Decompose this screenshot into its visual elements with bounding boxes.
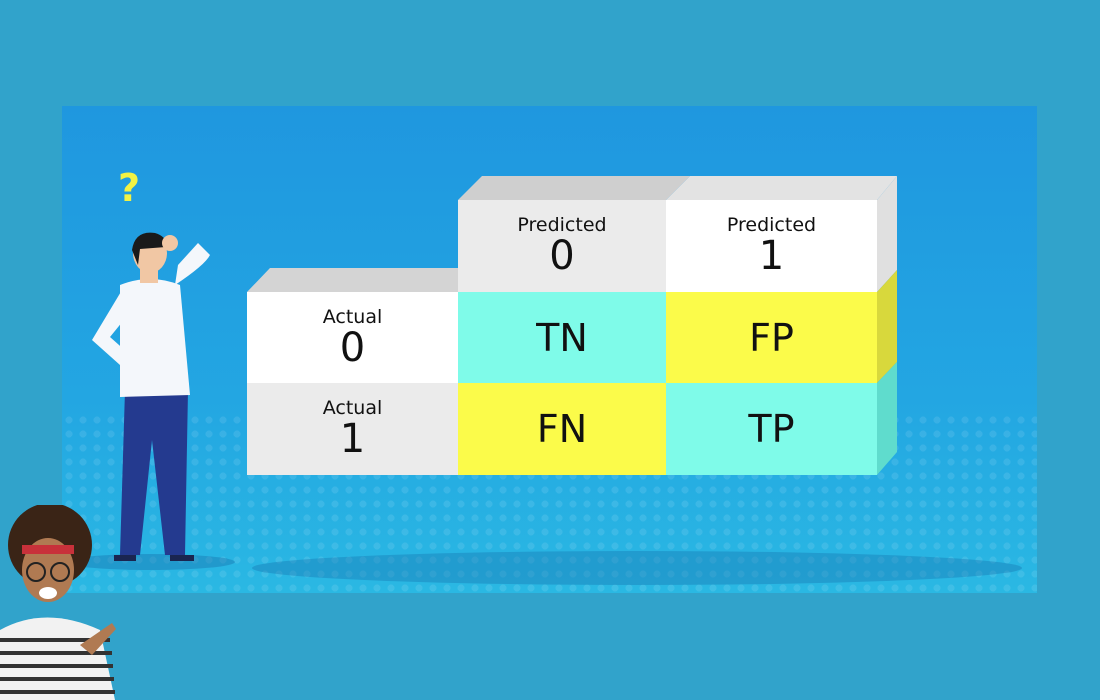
column-header-label: Predicted [517, 214, 607, 236]
row-header-actual-1: Actual 1 [247, 383, 458, 475]
cell-false-negative: FN [458, 383, 666, 475]
column-header-label: Predicted [726, 214, 817, 236]
column-header-value: 1 [758, 233, 785, 279]
cell-true-negative: TN [458, 292, 666, 383]
row-header-value: 0 [339, 324, 366, 371]
question-mark: ? [118, 166, 141, 210]
row-header-label: Actual [322, 305, 383, 328]
cell-false-positive: FP [666, 292, 877, 383]
pointing-woman-photo [0, 505, 116, 700]
column-header-predicted-0: Predicted 0 [458, 200, 666, 292]
cell-true-positive: TP [666, 383, 877, 475]
row-header-label: Actual [322, 397, 383, 419]
column-header-value: 0 [549, 233, 575, 279]
row-header-actual-0: Actual 0 [247, 292, 458, 383]
row-header-value: 1 [339, 416, 366, 462]
column-header-predicted-1: Predicted 1 [666, 200, 877, 292]
